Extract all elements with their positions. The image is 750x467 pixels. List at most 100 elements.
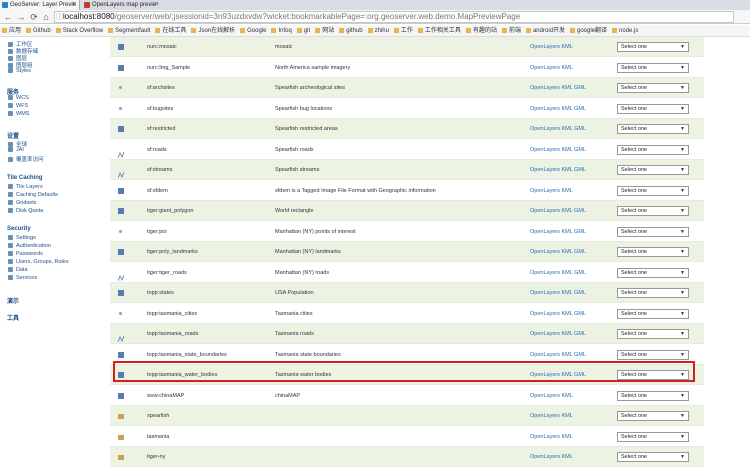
format-select[interactable]: Select one ▼	[617, 144, 689, 155]
format-select-value: Select one	[621, 372, 647, 378]
tab-openlayers[interactable]: OpenLayers map previe ×	[82, 0, 162, 10]
sidebar-item[interactable]: Passwords	[8, 251, 43, 257]
reload-icon[interactable]: ⟳	[29, 11, 39, 23]
tab-geoserver[interactable]: GeoServer: Layer Previe ×	[0, 0, 80, 10]
sidebar-item[interactable]: WMS	[8, 111, 29, 117]
close-icon[interactable]: ×	[72, 0, 76, 10]
sidebar-item-icon	[8, 275, 13, 281]
bookmark-icon	[315, 27, 321, 33]
preview-links[interactable]: OpenLayers KML GML	[530, 304, 610, 324]
bookmark-item[interactable]: 网站	[313, 25, 337, 36]
poly-layer-icon	[118, 187, 124, 194]
preview-links[interactable]: OpenLayers KML GML	[530, 119, 610, 139]
bookmark-item[interactable]: github	[337, 25, 365, 36]
format-select[interactable]: Select one ▼	[617, 62, 689, 73]
bookmark-item[interactable]: node.js	[610, 25, 641, 36]
bookmark-item[interactable]: Google	[238, 25, 269, 36]
format-select[interactable]: Select one ▼	[617, 370, 689, 380]
close-icon[interactable]: ×	[155, 0, 159, 10]
sidebar-section-heading: Security	[7, 226, 31, 232]
preview-links[interactable]: OpenLayers KML	[530, 181, 610, 201]
format-select-value: Select one	[621, 351, 647, 358]
bookmark-item[interactable]: android开发	[524, 25, 568, 36]
preview-links[interactable]: OpenLayers KML GML	[530, 365, 610, 385]
format-select[interactable]: Select one ▼	[617, 226, 689, 237]
sidebar-item[interactable]: Users, Groups, Roles	[8, 259, 69, 265]
home-icon[interactable]: ⌂	[41, 11, 51, 23]
preview-links[interactable]: OpenLayers KML GML	[530, 324, 610, 344]
preview-links[interactable]: OpenLayers KML GML	[530, 283, 610, 303]
preview-links[interactable]: OpenLayers KML GML	[530, 160, 610, 180]
sidebar-item[interactable]: Styles	[8, 68, 31, 74]
sidebar-item[interactable]: Disk Quota	[8, 208, 43, 214]
sidebar-item[interactable]: WFS	[8, 103, 28, 109]
format-select[interactable]: Select one ▼	[617, 390, 689, 401]
bookmark-item[interactable]: 前端	[500, 25, 524, 36]
format-select-cell: Select one ▼	[617, 42, 689, 52]
bookmark-item[interactable]: Segmentfault	[106, 25, 153, 36]
preview-links[interactable]: OpenLayers KML GML	[530, 99, 610, 119]
format-select[interactable]: Select one ▼	[617, 247, 689, 257]
bookmark-item[interactable]: git	[295, 25, 313, 36]
sidebar-item[interactable]: Data	[8, 267, 28, 273]
bookmark-item[interactable]: 应用	[0, 25, 24, 36]
preview-links[interactable]: OpenLayers KML GML	[530, 78, 610, 98]
preview-links[interactable]: OpenLayers KML	[530, 58, 610, 78]
preview-links[interactable]: OpenLayers KML GML	[530, 242, 610, 262]
sidebar-item[interactable]: Gridsets	[8, 200, 36, 206]
sidebar-item[interactable]: JAI	[8, 147, 24, 153]
preview-links[interactable]: OpenLayers KML	[530, 386, 610, 406]
bookmark-icon	[108, 27, 114, 33]
bookmark-item[interactable]: Json在线解析	[189, 25, 238, 36]
format-select[interactable]: Select one ▼	[617, 452, 689, 462]
format-select[interactable]: Select one ▼	[617, 329, 689, 339]
format-select[interactable]: Select one ▼	[617, 206, 689, 216]
format-select[interactable]: Select one ▼	[617, 124, 689, 134]
bookmark-item[interactable]: 在线工具	[153, 25, 189, 36]
format-select[interactable]: Select one ▼	[617, 308, 689, 319]
preview-links[interactable]: OpenLayers KML	[530, 406, 610, 426]
bookmark-item[interactable]: Stack Overflow	[54, 25, 106, 36]
sidebar-item[interactable]: Tile Layers	[8, 184, 43, 190]
bookmark-item[interactable]: 工作	[392, 25, 416, 36]
url-input[interactable]: ⓘ localhost:8080/geoserver/web/;jsession…	[54, 11, 734, 23]
preview-links[interactable]: OpenLayers KML	[530, 447, 610, 467]
bookmark-item[interactable]: Github	[24, 25, 54, 36]
forward-icon[interactable]: →	[16, 11, 26, 23]
sidebar-item[interactable]: Caching Defaults	[8, 192, 58, 198]
format-select[interactable]: Select one ▼	[617, 42, 689, 52]
bookmark-item[interactable]: Infoq	[269, 25, 294, 36]
preview-links[interactable]: OpenLayers KML GML	[530, 345, 610, 365]
layer-type-cell	[118, 58, 126, 78]
back-icon[interactable]: ←	[3, 11, 13, 23]
format-select[interactable]: Select one ▼	[617, 83, 689, 93]
sidebar-item[interactable]: 覆盖率访问	[8, 155, 44, 163]
format-select[interactable]: Select one ▼	[617, 411, 689, 421]
bookmark-item[interactable]: google翻译	[568, 25, 610, 36]
point-layer-icon	[119, 86, 122, 89]
format-select-value: Select one	[621, 249, 647, 255]
preview-links[interactable]: OpenLayers KML GML	[530, 263, 610, 283]
format-select[interactable]: Select one ▼	[617, 165, 689, 175]
layer-title: sfdem is a Tagged Image File Format with…	[275, 187, 436, 194]
format-select[interactable]: Select one ▼	[617, 288, 689, 298]
format-select[interactable]: Select one ▼	[617, 103, 689, 114]
preview-links[interactable]: OpenLayers KML GML	[530, 201, 610, 221]
sidebar-item[interactable]: Authentication	[8, 243, 51, 249]
bookmark-item[interactable]: 有趣的站	[464, 25, 500, 36]
format-select[interactable]: Select one ▼	[617, 185, 689, 196]
format-select[interactable]: Select one ▼	[617, 267, 689, 278]
preview-links[interactable]: OpenLayers KML GML	[530, 140, 610, 160]
sidebar-item[interactable]: Settings	[8, 235, 36, 241]
dropdown-arrow-icon: ▼	[680, 208, 685, 214]
dropdown-arrow-icon: ▼	[680, 146, 685, 153]
bookmark-label: Google	[247, 28, 267, 34]
bookmark-item[interactable]: zhihu	[366, 25, 392, 36]
format-select[interactable]: Select one ▼	[617, 349, 689, 360]
preview-links[interactable]: OpenLayers KML GML	[530, 222, 610, 242]
sidebar-item[interactable]: WCS	[8, 95, 29, 101]
bookmark-item[interactable]: 工作相关工具	[416, 25, 464, 36]
preview-links[interactable]: OpenLayers KML	[530, 37, 610, 57]
sidebar-item[interactable]: Services	[8, 275, 37, 281]
layer-title: Tasmania water bodies	[275, 372, 332, 378]
